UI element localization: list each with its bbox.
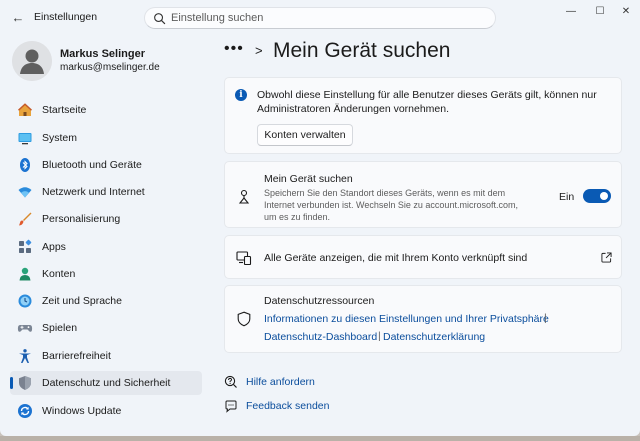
maximize-button[interactable]: ☐ xyxy=(589,4,611,18)
sidebar-item-system[interactable]: System xyxy=(10,126,202,150)
sidebar-item-label: Bluetooth und Geräte xyxy=(42,159,142,171)
minimize-button[interactable]: — xyxy=(560,4,582,18)
sidebar-item-label: Personalisierung xyxy=(42,213,121,225)
sidebar-item-accounts[interactable]: Konten xyxy=(10,262,202,286)
sidebar-item-apps[interactable]: Apps xyxy=(10,235,202,259)
settings-window: ← Einstellungen — ☐ ✕ Markus Selinger ma… xyxy=(0,0,640,436)
sidebar-item-bluetooth[interactable]: Bluetooth und Geräte xyxy=(10,153,202,177)
minimize-icon: — xyxy=(566,5,576,17)
privacy-resources-card: Datenschutzressourcen Informationen zu d… xyxy=(224,285,622,353)
profile-name: Markus Selinger xyxy=(60,48,145,60)
find-device-title: Mein Gerät suchen xyxy=(264,173,353,185)
time-language-icon xyxy=(18,294,32,308)
breadcrumb-separator: > xyxy=(255,43,263,58)
title-bar: ← Einstellungen — ☐ ✕ xyxy=(0,0,640,34)
toggle-knob xyxy=(600,192,608,200)
find-device-card: Mein Gerät suchen Speichern Sie den Stan… xyxy=(224,161,622,228)
search-icon xyxy=(154,13,166,25)
system-icon xyxy=(18,133,32,145)
find-device-toggle[interactable] xyxy=(583,189,611,203)
feedback-label: Feedback senden xyxy=(246,400,330,412)
privacy-info-link[interactable]: Informationen zu diesen Einstellungen un… xyxy=(264,313,549,325)
close-icon: ✕ xyxy=(621,5,631,17)
toggle-state-label: Ein xyxy=(559,191,575,203)
sidebar-item-personalization[interactable]: Personalisierung xyxy=(10,207,202,231)
search-box[interactable] xyxy=(144,7,496,29)
sidebar-item-privacy-security[interactable]: Datenschutz und Sicherheit xyxy=(10,371,202,395)
sidebar-item-windows-update[interactable]: Windows Update xyxy=(10,399,202,423)
bluetooth-icon xyxy=(20,158,30,172)
sidebar-item-label: System xyxy=(42,132,78,144)
sidebar-item-time-language[interactable]: Zeit und Sprache xyxy=(10,289,202,313)
profile-email: markus@mselinger.de xyxy=(60,62,160,73)
brush-icon xyxy=(19,212,32,226)
apps-icon xyxy=(19,239,32,253)
close-button[interactable]: ✕ xyxy=(615,4,637,18)
sidebar-item-gaming[interactable]: Spielen xyxy=(10,316,202,340)
get-help-label: Hilfe anfordern xyxy=(246,376,315,388)
find-device-description: Speichern Sie den Standort dieses Geräts… xyxy=(264,188,518,222)
privacy-resources-title: Datenschutzressourcen xyxy=(264,295,375,307)
gaming-icon xyxy=(17,325,33,332)
desktop-background xyxy=(0,436,640,441)
shield-icon xyxy=(19,376,31,390)
accessibility-icon xyxy=(19,349,31,363)
page-title: Mein Gerät suchen xyxy=(273,39,451,62)
user-avatar-icon xyxy=(12,41,52,81)
sidebar-item-label: Apps xyxy=(42,241,66,253)
breadcrumb-more-button[interactable]: ••• xyxy=(224,40,244,58)
sidebar-item-network[interactable]: Netzwerk und Internet xyxy=(10,180,202,204)
external-link-icon xyxy=(601,252,612,263)
home-icon xyxy=(18,103,32,116)
accounts-icon xyxy=(19,267,31,281)
windows-update-icon xyxy=(18,404,32,418)
admin-info-text: Obwohl diese Einstellung für alle Benutz… xyxy=(257,89,597,115)
avatar[interactable] xyxy=(12,41,52,81)
network-icon xyxy=(18,187,32,198)
privacy-statement-link[interactable]: Datenschutzerklärung xyxy=(383,331,485,343)
sidebar-item-label: Konten xyxy=(42,268,76,280)
link-separator: | xyxy=(378,330,381,342)
sidebar-item-label: Spielen xyxy=(42,322,78,334)
sidebar-item-label: Windows Update xyxy=(42,405,122,417)
sidebar-item-label: Netzwerk und Internet xyxy=(42,186,145,198)
app-title: Einstellungen xyxy=(34,11,98,23)
info-icon: i xyxy=(235,89,247,101)
maximize-icon: ☐ xyxy=(595,5,605,17)
back-button[interactable]: ← xyxy=(8,7,28,27)
manage-accounts-button[interactable]: Konten verwalten xyxy=(257,124,353,146)
sidebar-item-label: Zeit und Sprache xyxy=(42,295,122,307)
privacy-dashboard-link[interactable]: Datenschutz-Dashboard xyxy=(264,331,377,343)
sidebar-item-label: Startseite xyxy=(42,104,87,116)
back-arrow-icon: ← xyxy=(11,9,25,25)
sidebar-item-startseite[interactable]: Startseite xyxy=(10,98,202,122)
feedback-icon xyxy=(225,400,237,413)
devices-icon xyxy=(236,251,252,266)
help-icon xyxy=(224,375,237,388)
shield-outline-icon xyxy=(237,311,251,327)
search-input[interactable] xyxy=(171,10,481,26)
admin-info-card: i Obwohl diese Einstellung für alle Benu… xyxy=(224,77,622,154)
all-devices-card[interactable]: Alle Geräte anzeigen, die mit Ihrem Kont… xyxy=(224,235,622,279)
find-device-icon xyxy=(238,189,250,204)
sidebar-item-label: Datenschutz und Sicherheit xyxy=(42,377,171,389)
link-separator: | xyxy=(544,312,547,324)
sidebar-item-accessibility[interactable]: Barrierefreiheit xyxy=(10,344,202,368)
all-devices-label: Alle Geräte anzeigen, die mit Ihrem Kont… xyxy=(264,252,528,264)
sidebar-item-label: Barrierefreiheit xyxy=(42,350,111,362)
